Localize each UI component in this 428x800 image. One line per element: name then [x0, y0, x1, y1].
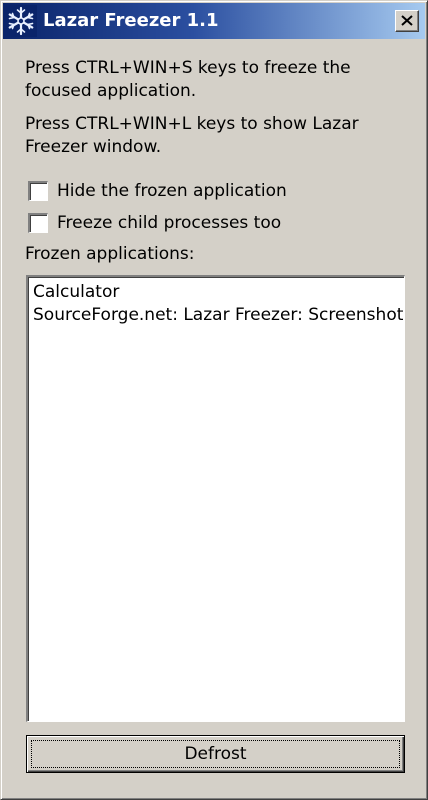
freeze-children-label[interactable]: Freeze child processes too — [57, 213, 281, 233]
frozen-applications-list[interactable]: Calculator SourceForge.net: Lazar Freeze… — [26, 275, 405, 722]
close-button[interactable] — [395, 10, 419, 32]
list-item[interactable]: Calculator — [33, 281, 119, 304]
freeze-children-checkbox[interactable] — [28, 213, 48, 233]
defrost-button[interactable]: Defrost — [26, 735, 405, 773]
defrost-label: Defrost — [184, 744, 247, 764]
list-item[interactable]: SourceForge.net: Lazar Freezer: Screensh… — [33, 304, 404, 327]
close-icon — [401, 15, 413, 26]
title-bar[interactable]: Lazar Freezer 1.1 — [3, 3, 425, 39]
hide-frozen-option[interactable]: Hide the frozen application — [28, 180, 287, 202]
show-window-shortcut-text: Press CTRL+WIN+L keys to show Lazar Free… — [25, 114, 359, 157]
freeze-children-option[interactable]: Freeze child processes too — [28, 212, 281, 234]
hide-frozen-checkbox[interactable] — [28, 181, 48, 201]
snowflake-icon — [5, 5, 37, 37]
window-title: Lazar Freezer 1.1 — [43, 10, 219, 31]
freeze-shortcut-text: Press CTRL+WIN+S keys to freeze the focu… — [25, 58, 351, 101]
lazar-freezer-window: Lazar Freezer 1.1 Press CTRL+WIN+S keys … — [0, 0, 428, 800]
frozen-applications-caption: Frozen applications: — [25, 244, 195, 264]
hide-frozen-label[interactable]: Hide the frozen application — [57, 181, 287, 201]
